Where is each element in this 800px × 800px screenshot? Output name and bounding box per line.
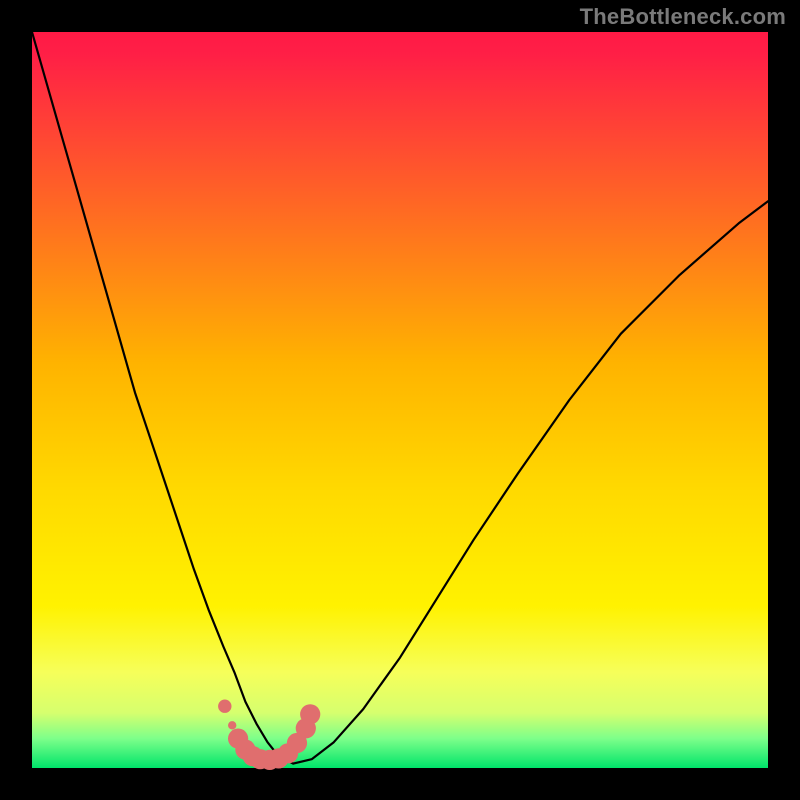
highlight-dot (218, 700, 231, 713)
watermark-text: TheBottleneck.com (580, 4, 786, 30)
chart-frame: { "watermark": "TheBottleneck.com", "cha… (0, 0, 800, 800)
highlight-dot (300, 704, 320, 724)
chart-svg (0, 0, 800, 800)
highlight-dot (228, 721, 236, 729)
